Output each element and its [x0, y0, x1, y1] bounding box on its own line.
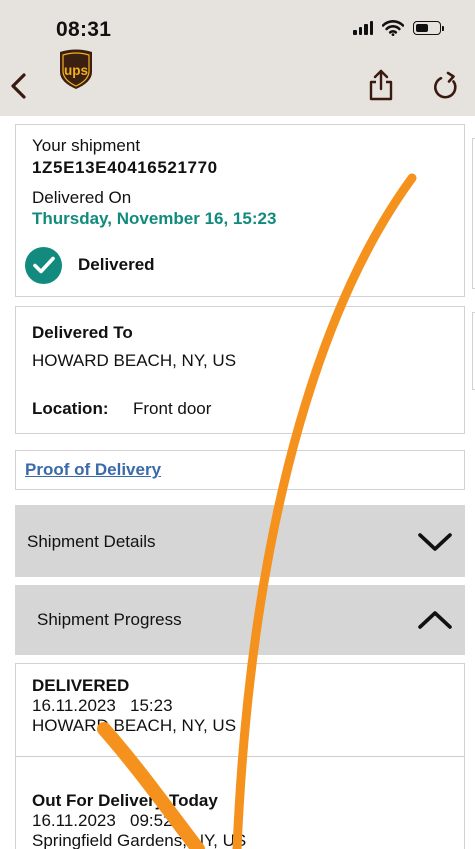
delivered-on-label: Delivered On	[32, 188, 132, 207]
event-divider	[16, 756, 464, 757]
event-datetime: 16.11.2023 09:52	[32, 811, 173, 830]
chevron-down-icon[interactable]	[417, 531, 453, 553]
your-shipment-label: Your shipment	[32, 136, 141, 155]
proof-of-delivery-link[interactable]: Proof of Delivery	[25, 460, 161, 480]
top-bar: 08:31 ups	[0, 0, 475, 116]
battery-icon	[413, 21, 444, 35]
share-icon[interactable]	[366, 68, 396, 102]
main-content[interactable]: Your shipment 1Z5E13E40416521770 Deliver…	[0, 116, 475, 849]
event-location: Springfield Gardens, NY, US	[32, 831, 247, 849]
shipment-progress-label: Shipment Progress	[37, 610, 182, 629]
location-value: Front door	[133, 399, 212, 418]
shipment-progress-accordion[interactable]: Shipment Progress	[15, 585, 465, 655]
status-icons	[353, 20, 444, 36]
delivery-status: Delivered	[78, 255, 155, 274]
back-chevron-icon[interactable]	[8, 72, 30, 100]
shipment-details-accordion[interactable]: Shipment Details	[15, 505, 465, 577]
refresh-icon[interactable]	[432, 70, 460, 102]
svg-text:ups: ups	[64, 63, 88, 78]
shipment-progress-list: DELIVERED 16.11.2023 15:23 HOWARD BEACH,…	[15, 663, 465, 849]
status-time: 08:31	[56, 18, 112, 41]
location-label: Location:	[32, 399, 109, 418]
ups-logo: ups	[60, 49, 92, 89]
event-datetime: 16.11.2023 15:23	[32, 696, 173, 715]
proof-of-delivery-card: Proof of Delivery	[15, 450, 465, 490]
check-circle-icon	[25, 247, 62, 284]
delivered-to-address: HOWARD BEACH, NY, US	[32, 351, 237, 370]
delivered-to-card: Delivered To HOWARD BEACH, NY, US Locati…	[15, 306, 465, 434]
tracking-number: 1Z5E13E40416521770	[32, 158, 218, 177]
event-location: HOWARD BEACH, NY, US	[32, 716, 237, 735]
shipment-summary-card: Your shipment 1Z5E13E40416521770 Deliver…	[15, 124, 465, 297]
shipment-details-label: Shipment Details	[27, 532, 156, 551]
event-status: DELIVERED	[32, 676, 130, 695]
wifi-icon	[382, 20, 404, 36]
chevron-up-icon[interactable]	[417, 609, 453, 631]
event-status: Out For Delivery Today	[32, 791, 218, 810]
delivered-on-date: Thursday, November 16, 15:23	[32, 209, 277, 228]
cellular-signal-icon	[353, 21, 373, 35]
delivered-to-label: Delivered To	[32, 323, 133, 342]
